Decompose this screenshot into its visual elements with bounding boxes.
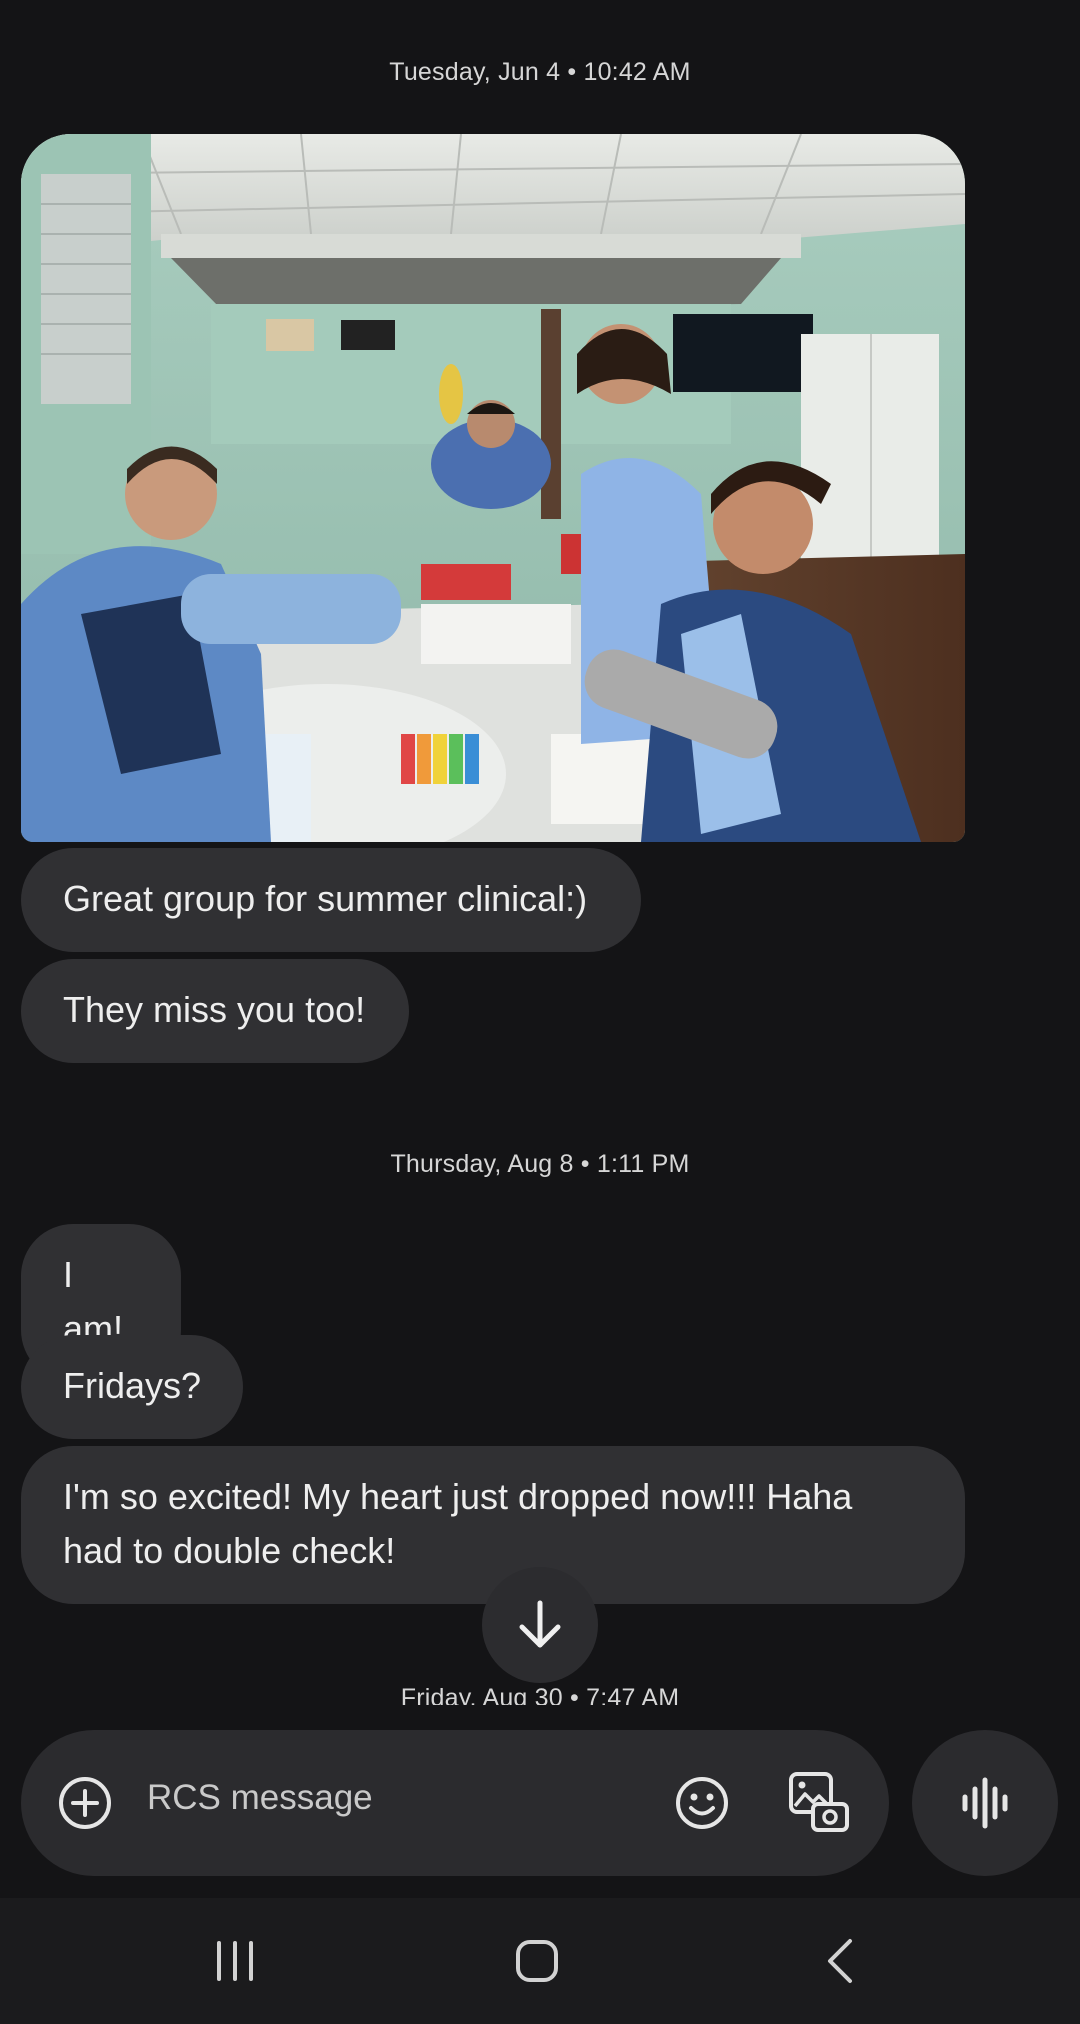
smiley-icon [676,1777,728,1829]
photo-attachment[interactable] [21,134,965,842]
date-separator: Tuesday, Jun 4 • 10:42 AM [389,58,691,86]
messages-screen: Tuesday, Jun 4 • 10:42 AM Great group fo… [0,0,1080,2024]
gallery-button[interactable] [786,1769,852,1835]
clinical-group-photo [21,134,965,842]
message-input[interactable]: RCS message [147,1778,373,1818]
scroll-to-bottom-button[interactable] [482,1567,598,1683]
date-separator: Thursday, Aug 8 • 1:11 PM [390,1150,690,1178]
back-icon [828,1939,852,1983]
back-button[interactable] [800,1928,880,1994]
message-bubble[interactable]: Great group for summer clinical:) [21,848,641,952]
gallery-camera-icon [789,1772,849,1832]
add-attachment-button[interactable] [55,1773,115,1833]
message-bubble[interactable]: They miss you too! [21,959,409,1063]
message-bubble[interactable]: Fridays? [21,1335,243,1439]
recent-apps-button[interactable] [195,1928,275,1994]
home-button[interactable] [497,1928,577,1994]
message-composer: RCS message [21,1730,889,1876]
voice-message-button[interactable] [912,1730,1058,1876]
voice-wave-icon [962,1777,1008,1829]
home-icon [516,1940,558,1982]
plus-circle-icon [59,1777,111,1829]
message-bubble[interactable]: I'm so excited! My heart just dropped no… [21,1446,965,1604]
emoji-button[interactable] [672,1773,732,1833]
system-navigation-bar [0,1898,1080,2024]
recent-apps-icon [217,1941,253,1981]
arrow-down-icon [519,1600,561,1648]
